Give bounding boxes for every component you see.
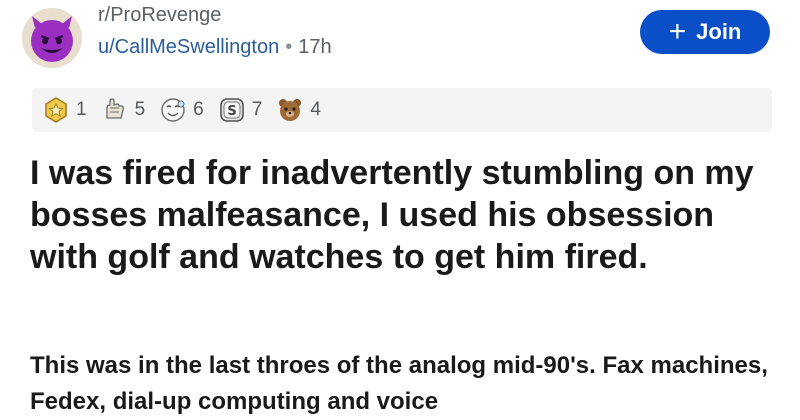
- award-hand[interactable]: 5: [101, 96, 146, 124]
- medal-award-icon: [45, 97, 67, 123]
- join-button[interactable]: + Join: [640, 10, 770, 54]
- award-silver[interactable]: S 7: [218, 96, 263, 124]
- svg-text:S: S: [227, 104, 236, 119]
- post-meta: u/CallMeSwellington • 17h: [98, 36, 332, 59]
- post-title[interactable]: I was fired for inadvertently stumbling …: [30, 152, 780, 278]
- award-bear[interactable]: 4: [276, 96, 321, 124]
- subreddit-avatar[interactable]: [22, 8, 82, 68]
- award-medal[interactable]: 1: [42, 96, 87, 124]
- author-username[interactable]: u/CallMeSwellington: [98, 36, 279, 58]
- awards-bar[interactable]: 1 5 6 S 7 4: [32, 88, 772, 132]
- hand-award-icon: [105, 98, 124, 119]
- bear-award-icon: [279, 99, 302, 121]
- subreddit-name[interactable]: r/ProRevenge: [98, 4, 221, 27]
- silver-coin-award-icon: S: [219, 98, 244, 122]
- award-count: 6: [193, 99, 204, 120]
- award-count: 4: [310, 99, 321, 120]
- award-face[interactable]: 6: [159, 96, 204, 124]
- join-label: Join: [696, 19, 742, 44]
- award-count: 1: [76, 99, 87, 120]
- award-count: 7: [251, 99, 263, 120]
- post-body: This was in the last throes of the analo…: [30, 352, 768, 415]
- plus-icon: +: [668, 15, 687, 48]
- award-count: 5: [134, 99, 146, 120]
- meta-separator: •: [285, 36, 293, 58]
- devil-face-icon: [22, 8, 82, 68]
- post-age: 17h: [298, 36, 332, 58]
- face-award-icon: [161, 98, 185, 122]
